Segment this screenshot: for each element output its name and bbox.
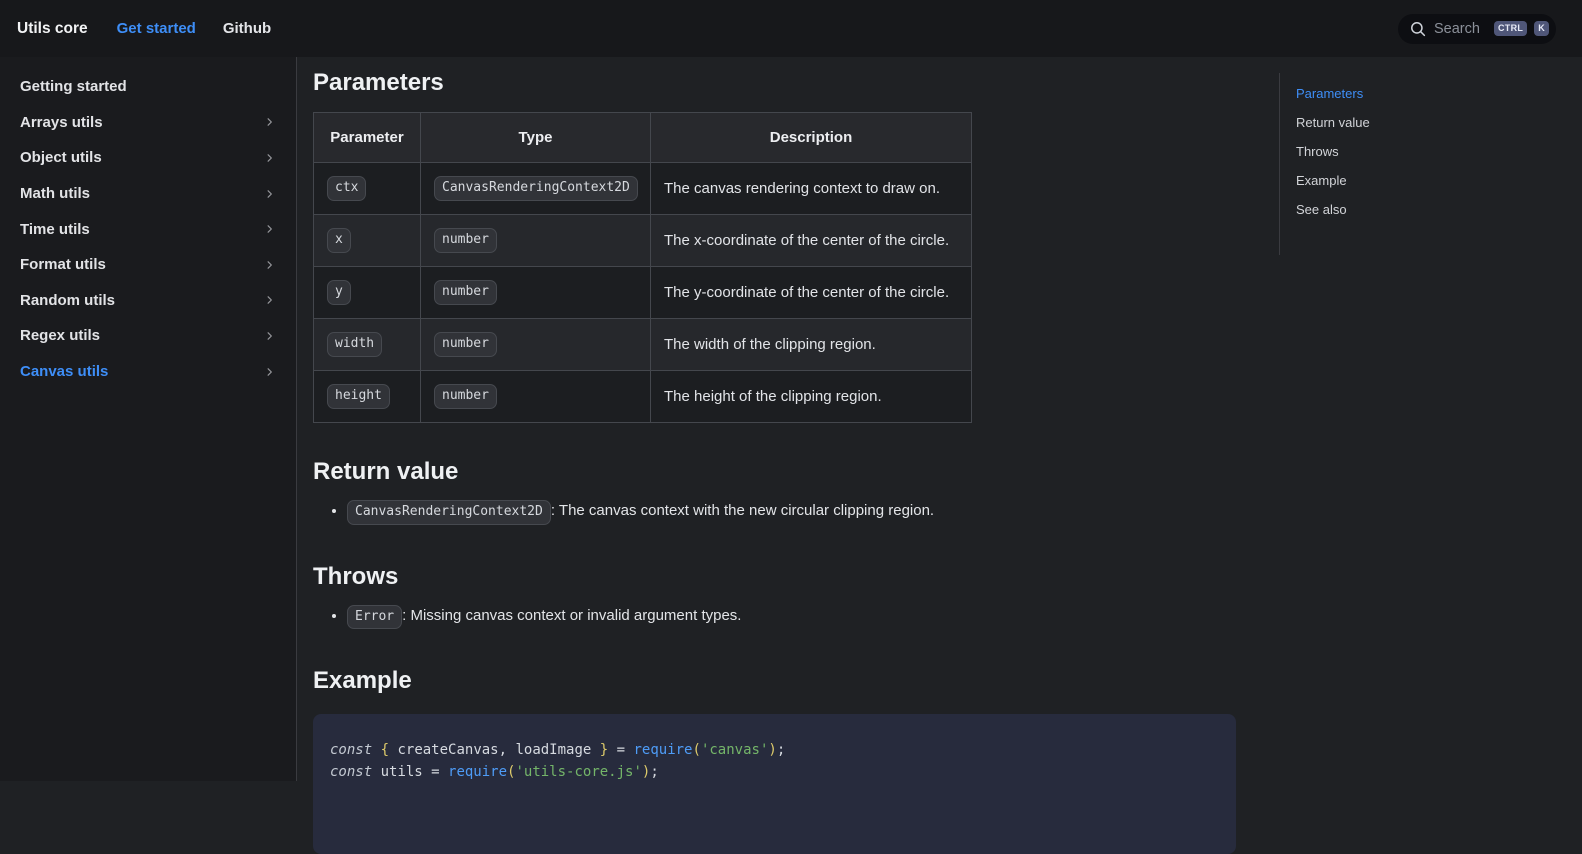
parameter-name-code: ctx <box>327 176 366 201</box>
chevron-right-icon <box>264 366 275 378</box>
parameter-type-code: number <box>434 332 497 357</box>
on-this-page-toc: Parameters Return value Throws Example S… <box>1279 73 1370 255</box>
chevron-right-icon <box>264 330 275 342</box>
parameter-type-code: number <box>434 228 497 253</box>
search-icon <box>1409 20 1427 38</box>
parameter-description: The width of the clipping region. <box>651 319 972 371</box>
search-label: Search <box>1434 21 1487 37</box>
toc-item-see-also[interactable]: See also <box>1296 202 1370 218</box>
table-row: x number The x-coordinate of the center … <box>314 215 972 267</box>
return-value-heading: Return value <box>313 456 1236 487</box>
search-button[interactable]: Search CTRL K <box>1398 14 1556 44</box>
parameters-table: Parameter Type Description ctx CanvasRen… <box>313 112 972 423</box>
sidebar-item-label: Regex utils <box>20 327 100 344</box>
table-row: y number The y-coordinate of the center … <box>314 267 972 319</box>
parameter-description: The y-coordinate of the center of the ci… <box>651 267 972 319</box>
column-header-parameter: Parameter <box>314 113 421 163</box>
column-header-type: Type <box>421 113 651 163</box>
toc-item-example[interactable]: Example <box>1296 173 1370 189</box>
top-navbar: Utils core Get started Github Search CTR… <box>0 0 1582 57</box>
chevron-right-icon <box>264 152 275 164</box>
throws-list: Error: Missing canvas context or invalid… <box>313 604 1236 630</box>
toc-item-parameters[interactable]: Parameters <box>1296 86 1370 102</box>
throws-item: Error: Missing canvas context or invalid… <box>347 604 1236 630</box>
parameter-description: The x-coordinate of the center of the ci… <box>651 215 972 267</box>
toc-item-return-value[interactable]: Return value <box>1296 115 1370 131</box>
nav-links: Get started Github <box>117 20 272 37</box>
parameters-heading: Parameters <box>313 67 1236 98</box>
kbd-k-badge: K <box>1534 21 1549 36</box>
code-line: const utils = require('utils-core.js'); <box>330 762 1219 784</box>
table-row: width number The width of the clipping r… <box>314 319 972 371</box>
sidebar-nav: Getting started Arrays utils Object util… <box>0 57 297 781</box>
sidebar-item-regex-utils[interactable]: Regex utils <box>0 318 296 354</box>
table-row: ctx CanvasRenderingContext2D The canvas … <box>314 163 972 215</box>
throws-heading: Throws <box>313 561 1236 592</box>
toc-list: Parameters Return value Throws Example S… <box>1296 86 1370 218</box>
chevron-right-icon <box>264 116 275 128</box>
code-line: const { createCanvas, loadImage } = requ… <box>330 740 1219 762</box>
return-value-list: CanvasRenderingContext2D: The canvas con… <box>313 499 1236 525</box>
chevron-right-icon <box>264 294 275 306</box>
nav-link-github[interactable]: Github <box>223 20 271 37</box>
return-type-code: CanvasRenderingContext2D <box>347 500 551 525</box>
parameter-type-code: number <box>434 384 497 409</box>
sidebar-item-random-utils[interactable]: Random utils <box>0 283 296 319</box>
chevron-right-icon <box>264 188 275 200</box>
sidebar-item-label: Format utils <box>20 256 106 273</box>
sidebar-item-label: Getting started <box>20 78 127 95</box>
sidebar-item-label: Time utils <box>20 221 90 238</box>
sidebar-item-label: Arrays utils <box>20 114 103 131</box>
parameter-type-code: CanvasRenderingContext2D <box>434 176 638 201</box>
sidebar-item-label: Canvas utils <box>20 363 108 380</box>
parameter-name-code: y <box>327 280 351 305</box>
sidebar-item-label: Random utils <box>20 292 115 309</box>
toc-item-throws[interactable]: Throws <box>1296 144 1370 160</box>
nav-link-get-started[interactable]: Get started <box>117 20 196 37</box>
throws-type-code: Error <box>347 605 402 630</box>
table-header-row: Parameter Type Description <box>314 113 972 163</box>
sidebar-item-object-utils[interactable]: Object utils <box>0 140 296 176</box>
sidebar-item-label: Object utils <box>20 149 102 166</box>
kbd-ctrl-badge: CTRL <box>1494 21 1527 36</box>
example-heading: Example <box>313 665 1236 696</box>
sidebar-item-canvas-utils[interactable]: Canvas utils <box>0 354 296 390</box>
parameter-name-code: width <box>327 332 382 357</box>
parameter-type-code: number <box>434 280 497 305</box>
sidebar-item-arrays-utils[interactable]: Arrays utils <box>0 105 296 141</box>
sidebar-item-label: Math utils <box>20 185 90 202</box>
parameter-name-code: height <box>327 384 390 409</box>
brand-link[interactable]: Utils core <box>17 20 88 38</box>
sidebar-item-getting-started[interactable]: Getting started <box>0 69 296 105</box>
example-code-block: const { createCanvas, loadImage } = requ… <box>313 714 1236 854</box>
table-row: height number The height of the clipping… <box>314 371 972 423</box>
return-value-item: CanvasRenderingContext2D: The canvas con… <box>347 499 1236 525</box>
sidebar-item-time-utils[interactable]: Time utils <box>0 211 296 247</box>
throws-text: : Missing canvas context or invalid argu… <box>402 607 741 624</box>
return-value-text: : The canvas context with the new circul… <box>551 502 934 519</box>
sidebar-list: Getting started Arrays utils Object util… <box>0 69 296 389</box>
parameter-description: The canvas rendering context to draw on. <box>651 163 972 215</box>
chevron-right-icon <box>264 223 275 235</box>
parameter-name-code: x <box>327 228 351 253</box>
parameter-description: The height of the clipping region. <box>651 371 972 423</box>
doc-content: Parameters Parameter Type Description ct… <box>297 57 1236 854</box>
chevron-right-icon <box>264 259 275 271</box>
sidebar-item-math-utils[interactable]: Math utils <box>0 176 296 212</box>
sidebar-item-format-utils[interactable]: Format utils <box>0 247 296 283</box>
column-header-description: Description <box>651 113 972 163</box>
